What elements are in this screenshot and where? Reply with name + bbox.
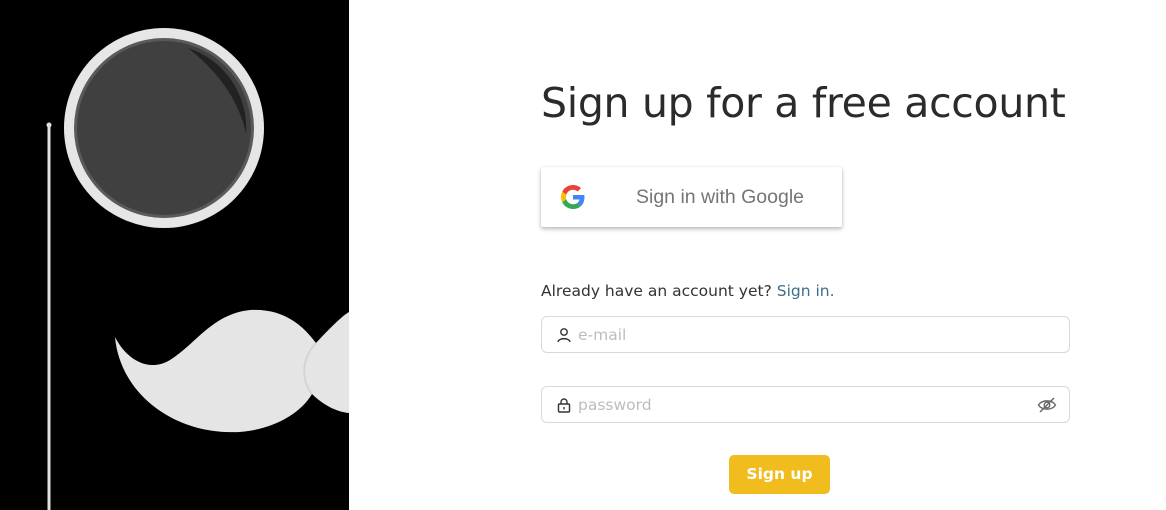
monocle-chain-end: [46, 122, 52, 128]
signup-form: Sign up for a free account Sign in with …: [541, 0, 1081, 510]
email-field[interactable]: [541, 316, 1070, 353]
signup-page: Sign up for a free account Sign in with …: [0, 0, 1166, 510]
lock-icon: [557, 398, 571, 413]
signin-prompt-text: Already have an account yet?: [541, 282, 772, 300]
signin-link[interactable]: Sign in.: [777, 282, 835, 300]
password-input[interactable]: [578, 391, 1028, 418]
user-icon: [557, 328, 571, 343]
signin-prompt-row: Already have an account yet? Sign in.: [541, 280, 835, 302]
google-g-icon: [561, 185, 585, 209]
page-title: Sign up for a free account: [541, 79, 1066, 127]
eye-off-icon[interactable]: [1037, 396, 1057, 414]
password-field[interactable]: [541, 386, 1070, 423]
monocle-lens: [77, 41, 251, 215]
email-input[interactable]: [578, 321, 1028, 348]
monocle-mustache-illustration: [0, 0, 349, 510]
google-signin-label: Sign in with Google: [636, 186, 805, 208]
monocle-mustache-image: [46, 28, 349, 510]
mustache: [115, 309, 349, 433]
signup-button[interactable]: Sign up: [729, 455, 830, 494]
google-signin-button[interactable]: Sign in with Google: [541, 167, 842, 227]
